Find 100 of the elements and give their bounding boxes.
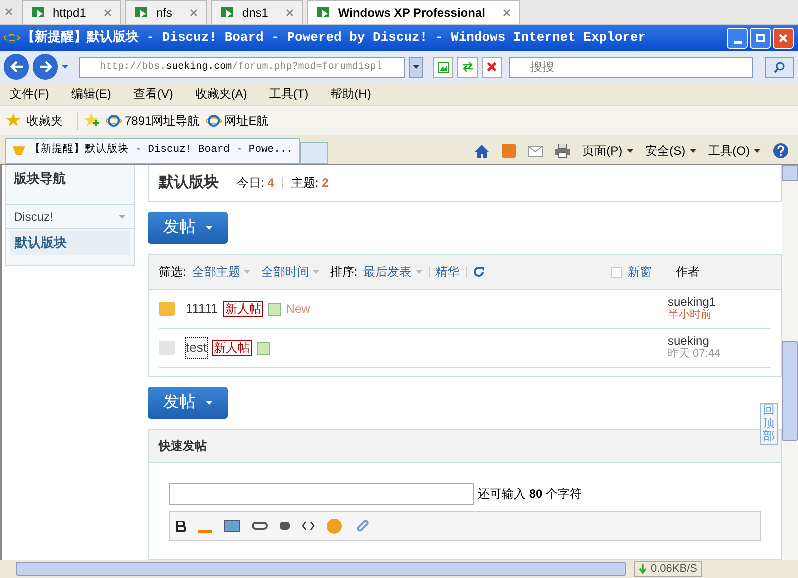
stop-icon: [487, 62, 498, 72]
image-icon[interactable]: [224, 520, 240, 532]
menu-item[interactable]: 查看(V): [133, 85, 174, 103]
caret-icon: [412, 65, 420, 69]
download-arrow-icon: [639, 564, 647, 574]
sort-label: 排序:: [330, 264, 358, 281]
sidebar-group[interactable]: Discuz!: [6, 205, 134, 229]
code-icon[interactable]: [302, 521, 315, 531]
caret-icon: [313, 270, 320, 274]
command-menu[interactable]: 安全(S): [646, 142, 697, 160]
browser-icon: [206, 112, 222, 128]
sidebar-title: 版块导航: [6, 165, 134, 205]
vm-tab[interactable]: httpd1: [22, 0, 122, 24]
filter-label: 筛选:: [159, 264, 186, 281]
filter-dropdown[interactable]: 全部主题: [192, 263, 252, 281]
sort-dropdown[interactable]: 最后发表: [364, 263, 423, 281]
browser-icon: [4, 30, 20, 46]
add-favorite-icon[interactable]: [84, 113, 100, 128]
browser-tab[interactable]: 【新提醒】默认版块 - Discuz! Board - Powe...: [5, 138, 300, 164]
digest-link[interactable]: 精华: [436, 263, 460, 281]
vm-tab[interactable]: nfs: [125, 0, 208, 24]
favorite-link[interactable]: 网址E航: [206, 112, 269, 130]
close-icon[interactable]: [503, 8, 512, 16]
caret-icon: [244, 270, 252, 274]
close-icon[interactable]: [5, 8, 13, 16]
thread-title[interactable]: test: [186, 338, 207, 358]
close-icon[interactable]: [190, 8, 198, 16]
window-title: 【新提醒】默认版块 - Discuz! Board - Powered by Discuz! - Windows Internet Explorer: [22, 28, 648, 48]
caret-icon: [754, 149, 761, 153]
caret-icon: [416, 270, 423, 274]
printer-icon[interactable]: [554, 144, 571, 158]
caret-icon: [119, 214, 126, 218]
star-icon: [6, 113, 21, 128]
new-label: New: [286, 301, 310, 318]
dropdown-button[interactable]: [409, 56, 424, 78]
caret-icon: [626, 149, 634, 153]
command-menu[interactable]: 页面(P): [582, 142, 634, 160]
refresh-arrows-icon: [462, 62, 474, 72]
character-counter: 还可输入 80 个字符: [478, 486, 582, 503]
refresh-button[interactable]: [457, 56, 478, 78]
search-button[interactable]: [764, 56, 794, 78]
new-window-checkbox[interactable]: [611, 266, 622, 278]
page-icon: [438, 62, 449, 72]
new-user-tag: 新人帖: [223, 301, 264, 317]
forward-arrow-icon: [38, 61, 53, 73]
computer-icon: [31, 4, 47, 20]
address-field[interactable]: http://bbs.sueking.com/forum.php?mod=forumdispl: [79, 56, 406, 78]
forward-button[interactable]: [33, 54, 58, 80]
post-time: 半小时前: [668, 309, 713, 322]
author-link[interactable]: sueking1: [668, 296, 771, 309]
stop-button[interactable]: [482, 56, 502, 78]
menu-item[interactable]: 编辑(E): [71, 85, 112, 103]
compatibility-button[interactable]: [433, 56, 454, 78]
command-menu[interactable]: 工具(O): [708, 142, 761, 160]
close-icon[interactable]: [286, 8, 294, 16]
menu-item[interactable]: 文件(F): [10, 85, 50, 103]
scroll-up-button[interactable]: [782, 165, 798, 181]
caret-icon: [206, 401, 212, 405]
today-count: 今日: 4: [237, 175, 274, 192]
close-x-icon[interactable]: [779, 34, 788, 42]
post-button[interactable]: 发帖: [148, 212, 228, 244]
minimize-button[interactable]: [727, 28, 748, 48]
post-button[interactable]: 发帖: [148, 387, 228, 419]
caret-icon: [206, 226, 212, 230]
caret-icon: [690, 149, 697, 153]
image-icon: [256, 342, 270, 354]
filter-dropdown[interactable]: 全部时间: [261, 263, 320, 281]
mail-icon[interactable]: [528, 146, 543, 156]
menu-item[interactable]: 工具(T): [269, 85, 309, 103]
subject-field[interactable]: [169, 483, 474, 505]
image-icon: [268, 302, 282, 316]
restore-button[interactable]: [750, 28, 771, 48]
home-icon[interactable]: [474, 144, 490, 158]
favorites-button[interactable]: 收藏夹: [27, 112, 63, 130]
attachment-icon[interactable]: [356, 518, 370, 534]
author-link[interactable]: sueking: [668, 335, 771, 348]
new-window-label: 新窗: [628, 264, 652, 281]
search-icon: [774, 62, 785, 72]
menu-item[interactable]: 帮助(H): [330, 85, 372, 103]
search-field[interactable]: 搜搜: [509, 56, 753, 78]
forum-title: 默认版块: [159, 172, 219, 193]
scroll-thumb[interactable]: [782, 341, 798, 441]
author-heading: 作者: [676, 264, 701, 281]
vm-tab[interactable]: Windows XP Professional: [307, 0, 520, 24]
caret-icon: [62, 65, 70, 69]
close-button[interactable]: [773, 28, 794, 48]
back-arrow-icon: [10, 61, 24, 73]
close-icon[interactable]: [104, 8, 112, 16]
quick-post-title: 快速发帖: [159, 438, 207, 455]
back-button[interactable]: [4, 54, 30, 80]
menu-item[interactable]: 收藏夹(A): [195, 85, 248, 103]
thread-title[interactable]: 11111: [186, 299, 218, 319]
vm-tab[interactable]: dns1: [211, 0, 304, 24]
refresh-icon[interactable]: [472, 266, 485, 278]
new-user-tag: 新人帖: [212, 340, 252, 356]
sidebar-item[interactable]: 默认版块: [10, 231, 130, 255]
help-icon[interactable]: [773, 143, 789, 159]
download-status: 0.06KB/S: [634, 561, 702, 577]
bold-icon[interactable]: [176, 520, 186, 532]
favorite-link[interactable]: 7891网址导航: [106, 112, 200, 130]
